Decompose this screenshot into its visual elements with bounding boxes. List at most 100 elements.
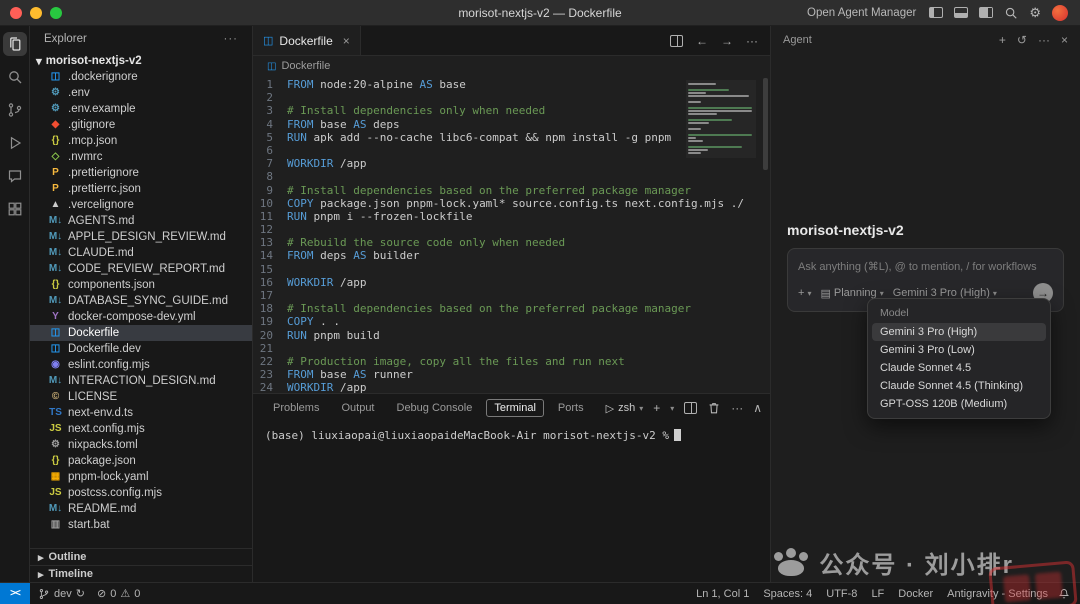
new-terminal-icon[interactable]: + [653,401,660,415]
model-option[interactable]: Gemini 3 Pro (High) [872,323,1046,341]
model-option[interactable]: GPT-OSS 120B (Medium) [872,395,1046,413]
project-root-folder[interactable]: ▾ morisot-nextjs-v2 [30,52,252,69]
navigate-back-icon[interactable]: ← [696,34,708,48]
explorer-activity-icon[interactable] [3,32,27,56]
toggle-panel-icon[interactable] [954,7,968,18]
file-item[interactable]: ◫Dockerfile.dev [30,341,252,357]
tab-dockerfile[interactable]: ◫ Dockerfile × [253,26,361,55]
status-item[interactable]: UTF-8 [826,588,857,600]
close-tab-icon[interactable]: × [343,34,350,48]
panel-tab-problems[interactable]: Problems [265,399,327,417]
line-number: 24 [253,381,287,393]
file-item[interactable]: ▦pnpm-lock.yaml [30,469,252,485]
file-item[interactable]: M↓CLAUDE.md [30,245,252,261]
status-item[interactable]: Ln 1, Col 1 [696,588,749,600]
file-item[interactable]: TSnext-env.d.ts [30,405,252,421]
extensions-activity-icon[interactable] [3,197,27,221]
file-item[interactable]: ◫.dockerignore [30,69,252,85]
file-item[interactable]: ◇.nvmrc [30,149,252,165]
settings-gear-icon[interactable]: ⚙ [1029,6,1041,19]
attach-button[interactable]: +▾ [798,287,811,299]
panel-tab-ports[interactable]: Ports [550,399,592,417]
panel-tab-terminal[interactable]: Terminal [486,399,544,417]
file-item[interactable]: ▥start.bat [30,517,252,533]
file-item[interactable]: {}components.json [30,277,252,293]
close-agent-panel-icon[interactable]: × [1061,33,1068,47]
explorer-more-actions-icon[interactable]: ··· [224,33,239,45]
file-item[interactable]: JSpostcss.config.mjs [30,485,252,501]
file-item[interactable]: {}package.json [30,453,252,469]
editor-more-actions-icon[interactable]: ··· [746,34,758,48]
toggle-sidebar-icon[interactable] [929,7,943,18]
file-item[interactable]: ⚙.env [30,85,252,101]
terminal-prompt: (base) liuxiaopai@liuxiaopaideMacBook-Ai… [265,429,669,442]
account-avatar[interactable] [1052,5,1068,21]
file-item[interactable]: ⚙nixpacks.toml [30,437,252,453]
terminal-output[interactable]: (base) liuxiaopai@liuxiaopaideMacBook-Ai… [253,422,770,582]
terminal-profile-chevron-icon[interactable]: ▾ [670,404,674,413]
file-item[interactable]: ◫Dockerfile [30,325,252,341]
open-agent-manager-button[interactable]: Open Agent Manager [807,7,916,19]
split-editor-icon[interactable] [670,35,683,47]
status-item[interactable]: Spaces: 4 [763,588,812,600]
search-icon[interactable] [1004,6,1018,20]
split-terminal-icon[interactable] [684,402,697,414]
panel-tab-output[interactable]: Output [333,399,382,417]
chat-activity-icon[interactable] [3,164,27,188]
timeline-section[interactable]: ▸ Timeline [30,565,252,582]
kill-terminal-icon[interactable] [707,401,721,415]
file-item[interactable]: M↓CODE_REVIEW_REPORT.md [30,261,252,277]
file-item[interactable]: ⚙.env.example [30,101,252,117]
file-item[interactable]: Ydocker-compose-dev.yml [30,309,252,325]
shell-selector[interactable]: ▷ zsh ▾ [606,402,644,415]
file-item[interactable]: M↓README.md [30,501,252,517]
maximize-panel-icon[interactable]: ∧ [753,401,762,415]
file-item[interactable]: M↓APPLE_DESIGN_REVIEW.md [30,229,252,245]
file-item[interactable]: P.prettierignore [30,165,252,181]
new-conversation-icon[interactable]: + [999,33,1006,47]
file-item[interactable]: ▲.vercelignore [30,197,252,213]
model-option[interactable]: Claude Sonnet 4.5 [872,359,1046,377]
file-item[interactable]: ◉eslint.config.mjs [30,357,252,373]
close-window-button[interactable] [10,7,22,19]
line-number: 22 [253,355,287,368]
file-item[interactable]: M↓INTERACTION_DESIGN.md [30,373,252,389]
prettier-icon: P [48,168,63,178]
history-icon[interactable]: ↺ [1017,33,1027,47]
file-item[interactable]: P.prettierrc.json [30,181,252,197]
file-item[interactable]: ◆.gitignore [30,117,252,133]
remote-indicator[interactable]: >< [0,583,30,604]
agent-input[interactable] [798,261,1053,273]
toggle-secondary-sidebar-icon[interactable] [979,7,993,18]
navigate-forward-icon[interactable]: → [721,34,733,48]
file-name: DATABASE_SYNC_GUIDE.md [68,295,228,307]
file-item[interactable]: JSnext.config.mjs [30,421,252,437]
file-item[interactable]: M↓AGENTS.md [30,213,252,229]
eslint-icon: ◉ [48,360,63,370]
problems-indicator[interactable]: ⊘ 0 ⚠ 0 [97,587,140,600]
file-item[interactable]: {}.mcp.json [30,133,252,149]
minimize-window-button[interactable] [30,7,42,19]
status-item[interactable]: LF [871,588,884,600]
editor-tab-bar: ◫ Dockerfile × ← → ··· [253,26,770,56]
model-option[interactable]: Gemini 3 Pro (Low) [872,341,1046,359]
agent-more-actions-icon[interactable]: ··· [1038,33,1050,47]
outline-section[interactable]: ▸ Outline [30,548,252,565]
panel-more-actions-icon[interactable]: ··· [731,401,743,415]
panel-tab-debug-console[interactable]: Debug Console [389,399,481,417]
zoom-window-button[interactable] [50,7,62,19]
model-option[interactable]: Claude Sonnet 4.5 (Thinking) [872,377,1046,395]
search-activity-icon[interactable] [3,65,27,89]
status-item[interactable]: Docker [898,588,933,600]
editor-scrollbar[interactable] [763,78,768,170]
minimap[interactable] [686,80,756,158]
run-debug-activity-icon[interactable] [3,131,27,155]
file-item[interactable]: ©LICENSE [30,389,252,405]
code-editor[interactable]: 1FROM node:20-alpine AS base23# Install … [253,76,770,393]
file-item[interactable]: M↓DATABASE_SYNC_GUIDE.md [30,293,252,309]
notifications-bell-icon[interactable] [1058,588,1080,600]
git-branch-indicator[interactable]: dev ↻ [38,587,85,600]
source-control-activity-icon[interactable] [3,98,27,122]
breadcrumb[interactable]: ◫ Dockerfile [253,56,770,76]
status-item[interactable]: Antigravity - Settings [947,588,1048,600]
